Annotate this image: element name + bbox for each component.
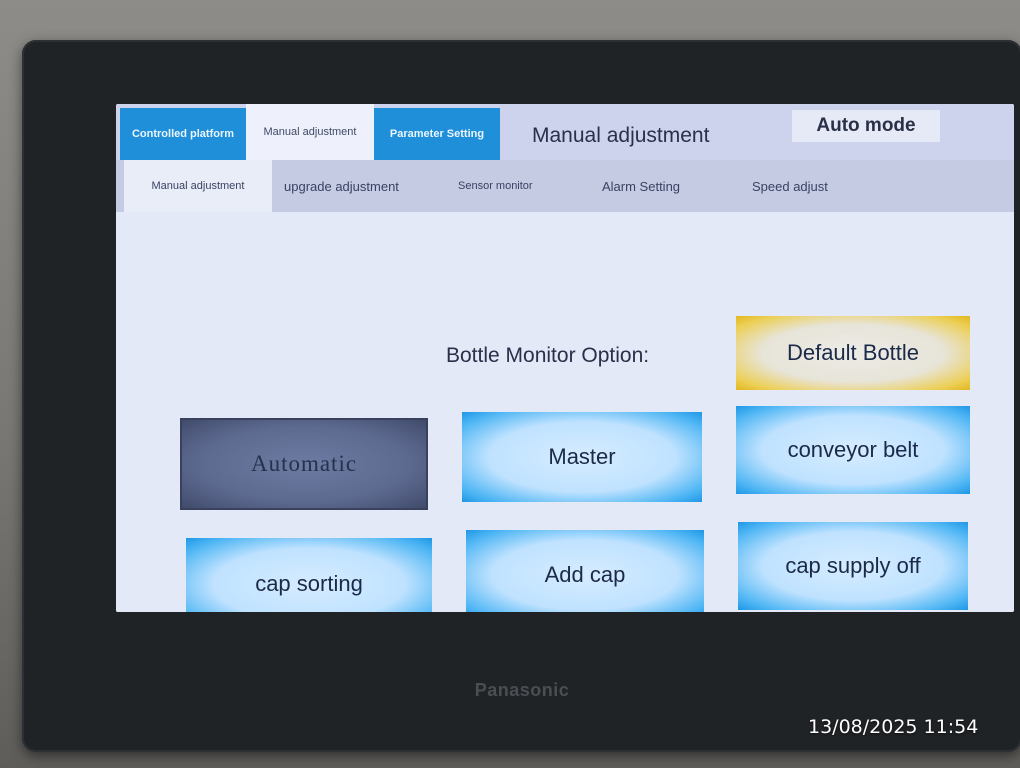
tab-parameter-setting[interactable]: Parameter Setting: [374, 108, 500, 160]
page-title: Manual adjustment: [532, 124, 710, 147]
tab-controlled-platform[interactable]: Controlled platform: [120, 108, 246, 160]
tab-manual-adjustment[interactable]: Manual adjustment: [246, 104, 374, 160]
bottle-monitor-label: Bottle Monitor Option:: [446, 344, 650, 367]
add-cap-button[interactable]: Add cap: [466, 530, 704, 612]
mode-indicator[interactable]: Auto mode: [792, 110, 940, 142]
subtab-speed-adjust[interactable]: Speed adjust: [752, 160, 828, 212]
manual-adjustment-panel: Bottle Monitor Option: Default Bottle Au…: [116, 212, 1014, 612]
subtab-upgrade-adjustment[interactable]: upgrade adjustment: [284, 160, 399, 212]
hmi-screen: Controlled platform Manual adjustment Pa…: [116, 104, 1014, 612]
photo-timestamp: 13/08/2025 11:54: [808, 716, 979, 738]
subtab-sensor-monitor[interactable]: Sensor monitor: [458, 160, 533, 212]
subtab-manual-adjustment[interactable]: Manual adjustment: [124, 160, 272, 212]
cap-sorting-button[interactable]: cap sorting: [186, 538, 432, 612]
subtab-bar: Manual adjustment upgrade adjustment Sen…: [116, 160, 1014, 212]
automatic-button[interactable]: Automatic: [180, 418, 428, 510]
conveyor-belt-button[interactable]: conveyor belt: [736, 406, 970, 494]
tab-bar: Controlled platform Manual adjustment Pa…: [116, 104, 1014, 160]
brand-logo: Panasonic: [474, 680, 570, 700]
subtab-alarm-setting[interactable]: Alarm Setting: [602, 160, 680, 212]
master-button[interactable]: Master: [462, 412, 702, 502]
cap-supply-off-button[interactable]: cap supply off: [738, 522, 968, 610]
default-bottle-button[interactable]: Default Bottle: [736, 316, 970, 390]
